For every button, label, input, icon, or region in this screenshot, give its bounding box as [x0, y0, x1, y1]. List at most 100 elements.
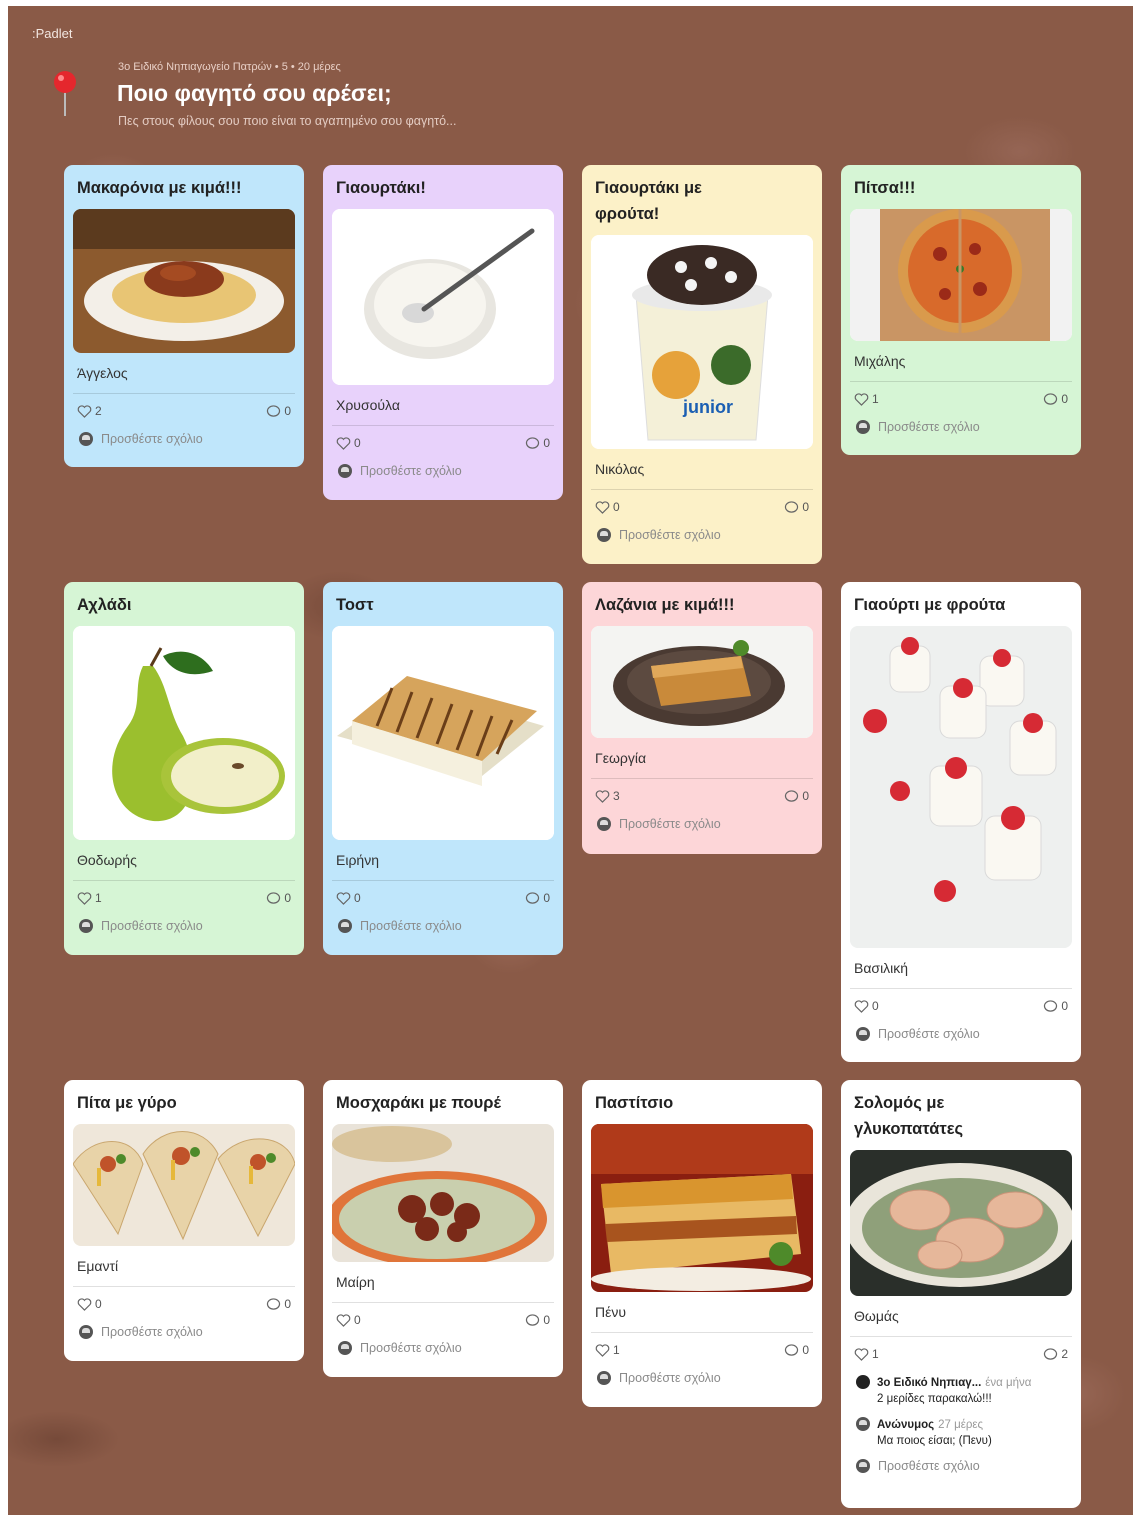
like-button[interactable]: 1: [77, 891, 102, 905]
pastitsio-image: [591, 1124, 813, 1292]
post-card[interactable]: Αχλάδι Θοδωρής 1 0 Προσθέστε σχόλιο: [64, 582, 304, 955]
comment-button[interactable]: 2: [1043, 1347, 1068, 1361]
comment-icon: [785, 500, 799, 513]
post-card[interactable]: Σολομός με γλυκοπατάτες Θωμάς 1 2 3ο Ειδ…: [841, 1080, 1081, 1508]
yogurt-cup-image: junior: [591, 235, 813, 449]
post-image[interactable]: junior: [591, 235, 813, 449]
add-comment-field[interactable]: Προσθέστε σχόλιο: [332, 913, 554, 945]
like-button[interactable]: 3: [595, 789, 620, 803]
comment-button[interactable]: 0: [784, 500, 809, 514]
commenter-avatar: [856, 1375, 870, 1389]
like-button[interactable]: 0: [336, 436, 361, 450]
yogurt-strawberries-image: [850, 626, 1072, 948]
comment-count: 0: [284, 891, 291, 905]
heart-icon: [77, 891, 92, 905]
like-count: 0: [95, 1297, 102, 1311]
comment-icon: [1044, 392, 1058, 405]
post-card[interactable]: Τοστ Ειρήνη 0 0 Προσθέστε σχόλιο: [323, 582, 563, 955]
like-button[interactable]: 0: [854, 999, 879, 1013]
add-comment-field[interactable]: Προσθέστε σχόλιο: [73, 1319, 295, 1351]
post-stats: 0 0: [591, 490, 813, 522]
like-count: 1: [872, 1347, 879, 1361]
like-button[interactable]: 2: [77, 404, 102, 418]
post-author: Μιχάλης: [854, 353, 906, 369]
comment-icon: [267, 1297, 281, 1310]
post-card[interactable]: Γιαουρτάκι με φρούτα! junior Νικόλας 0 0…: [582, 165, 822, 564]
post-image[interactable]: [73, 626, 295, 840]
post-image[interactable]: [332, 1124, 554, 1262]
comment-icon: [785, 1343, 799, 1356]
like-button[interactable]: 0: [336, 1313, 361, 1327]
add-comment-field[interactable]: Προσθέστε σχόλιο: [591, 811, 813, 843]
post-stats: 1 0: [850, 382, 1072, 414]
comment-icon: [526, 436, 540, 449]
yogurt-bowl-image: [332, 209, 554, 385]
comment-icon: [267, 891, 281, 904]
user-avatar: [79, 1325, 93, 1339]
heart-icon: [336, 1313, 351, 1327]
heart-icon: [77, 1297, 92, 1311]
post-author: Βασιλική: [854, 960, 909, 976]
like-button[interactable]: 1: [854, 1347, 879, 1361]
add-comment-field[interactable]: Προσθέστε σχόλιο: [73, 426, 295, 458]
post-title: Παστίτσιο: [595, 1094, 674, 1112]
post-title: Γιαουρτάκι!: [336, 179, 426, 197]
comment-button[interactable]: 0: [784, 1343, 809, 1357]
like-button[interactable]: 1: [854, 392, 879, 406]
add-comment-field[interactable]: Προσθέστε σχόλιο: [73, 913, 295, 945]
comment-button[interactable]: 0: [266, 404, 291, 418]
add-comment-placeholder: Προσθέστε σχόλιο: [878, 420, 980, 434]
heart-icon: [595, 789, 610, 803]
comment-icon: [1044, 999, 1058, 1012]
post-card[interactable]: Γιαουρτάκι! Χρυσούλα 0 0 Προσθέστε σχόλι…: [323, 165, 563, 500]
post-image[interactable]: [850, 626, 1072, 948]
like-button[interactable]: 0: [77, 1297, 102, 1311]
comment-button[interactable]: 0: [525, 1313, 550, 1327]
comment-button[interactable]: 0: [266, 891, 291, 905]
comment-button[interactable]: 0: [525, 891, 550, 905]
post-image[interactable]: [591, 1124, 813, 1292]
like-count: 0: [354, 436, 361, 450]
heart-icon: [336, 436, 351, 450]
post-card[interactable]: Παστίτσιο Πένυ 1 0 Προσθέστε σχόλιο: [582, 1080, 822, 1407]
add-comment-field[interactable]: Προσθέστε σχόλιο: [591, 522, 813, 554]
post-card[interactable]: Λαζάνια με κιμά!!! Γεωργία 3 0 Προσθέστε…: [582, 582, 822, 854]
comment-button[interactable]: 0: [525, 436, 550, 450]
like-button[interactable]: 0: [595, 500, 620, 514]
commenter-name: 3ο Ειδικό Νηπιαγ...: [877, 1377, 982, 1389]
post-image[interactable]: [850, 1150, 1072, 1296]
post-card[interactable]: Πίτσα!!! Μιχάλης 1 0 Προσθέστε σχόλιο: [841, 165, 1081, 455]
like-button[interactable]: 0: [336, 891, 361, 905]
add-comment-field[interactable]: Προσθέστε σχόλιο: [850, 1453, 1072, 1485]
comment-button[interactable]: 0: [1043, 999, 1068, 1013]
add-comment-placeholder: Προσθέστε σχόλιο: [360, 464, 462, 478]
post-image[interactable]: [332, 626, 554, 840]
post-title: Μοσχαράκι με πουρέ: [336, 1094, 501, 1112]
add-comment-field[interactable]: Προσθέστε σχόλιο: [591, 1365, 813, 1397]
add-comment-placeholder: Προσθέστε σχόλιο: [619, 528, 721, 542]
comment-count: 0: [543, 891, 550, 905]
post-card[interactable]: Μοσχαράκι με πουρέ Μαίρη 0 0 Προσθέστε σ…: [323, 1080, 563, 1377]
comment-button[interactable]: 0: [1043, 392, 1068, 406]
post-image[interactable]: [73, 1124, 295, 1246]
post-image[interactable]: [591, 626, 813, 738]
add-comment-field[interactable]: Προσθέστε σχόλιο: [332, 1335, 554, 1367]
comment-button[interactable]: 0: [784, 789, 809, 803]
post-image[interactable]: [73, 209, 295, 353]
post-card[interactable]: Πίτα με γύρο Εμαντί 0 0 Προσθέστε σχόλιο: [64, 1080, 304, 1361]
padlet-logo[interactable]: :Padlet: [32, 26, 73, 41]
post-stats: 3 0: [591, 779, 813, 811]
add-comment-field[interactable]: Προσθέστε σχόλιο: [332, 458, 554, 490]
post-image[interactable]: [332, 209, 554, 385]
comment-count: 0: [802, 1343, 809, 1357]
like-button[interactable]: 1: [595, 1343, 620, 1357]
like-count: 1: [95, 891, 102, 905]
add-comment-field[interactable]: Προσθέστε σχόλιο: [850, 414, 1072, 446]
user-avatar: [856, 1459, 870, 1473]
add-comment-field[interactable]: Προσθέστε σχόλιο: [850, 1021, 1072, 1053]
post-card[interactable]: Γιαούρτι με φρούτα Βασιλική 0 0 Προσθέστ…: [841, 582, 1081, 1062]
comment-button[interactable]: 0: [266, 1297, 291, 1311]
add-comment-placeholder: Προσθέστε σχόλιο: [878, 1027, 980, 1041]
post-image[interactable]: [850, 209, 1072, 341]
post-card[interactable]: Μακαρόνια με κιμά!!! Άγγελος 2 0 Προσθέσ…: [64, 165, 304, 467]
